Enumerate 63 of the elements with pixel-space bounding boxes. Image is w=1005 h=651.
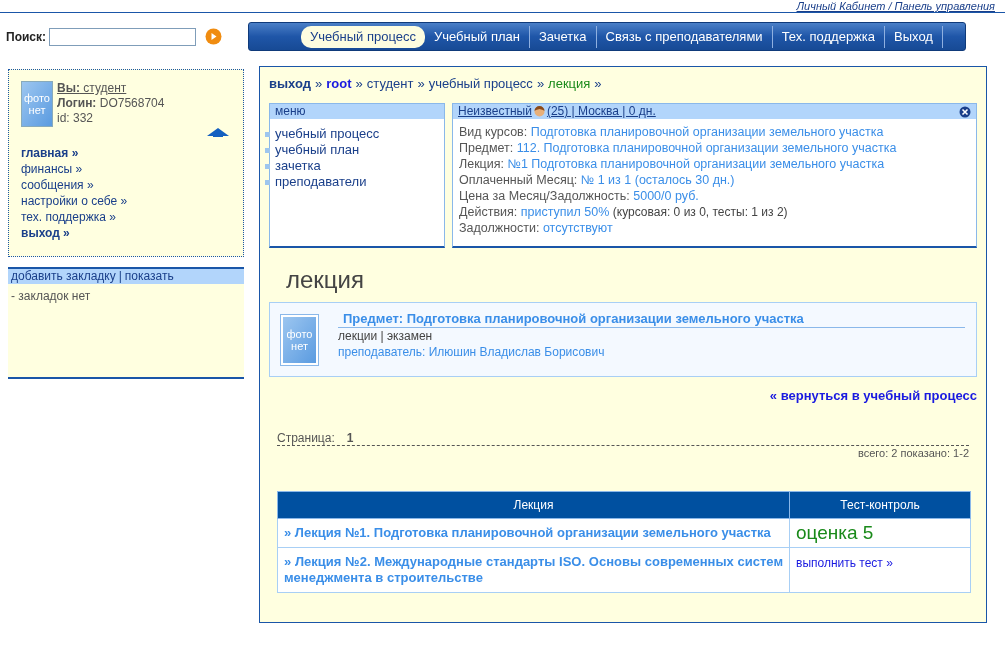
info-row-text: Задолжности: отсутствуют [459, 220, 614, 236]
show-bookmarks-link[interactable]: показать [124, 269, 174, 284]
nav-tab[interactable]: Выход [885, 25, 943, 48]
page-number[interactable]: 1 [346, 430, 354, 445]
bullet-icon [265, 163, 270, 169]
no-bookmarks-text: - закладок нет [10, 288, 92, 305]
avatar-icon [533, 106, 545, 117]
user-role[interactable]: Вы: студент [57, 81, 165, 96]
grade-text: оценка 5 [789, 518, 971, 548]
add-bookmark-link[interactable]: добавить закладку [11, 269, 116, 284]
menu-item[interactable]: зачетка [275, 158, 321, 174]
separator: | [117, 269, 123, 284]
nav-tab[interactable]: Учебный план [425, 25, 530, 48]
sidebar-link[interactable]: главная » [21, 145, 79, 161]
breadcrumb-separator: » [314, 76, 324, 92]
info-row-text: Цена за Месяц/Задолжность: 5000/0 руб. [459, 188, 700, 204]
breadcrumb-link[interactable]: учебный процесс [428, 76, 533, 92]
info-row-text: Оплаченный Месяц: № 1 из 1 (осталось 30 дн.) [459, 172, 736, 188]
breadcrumb-separator: » [593, 76, 603, 92]
menu-item[interactable]: учебный процесс [275, 126, 380, 142]
bullet-icon [265, 147, 270, 153]
nav-tab[interactable]: Тех. поддержка [772, 25, 886, 48]
breadcrumb-link[interactable]: root [326, 76, 352, 92]
menu-title: меню [270, 104, 444, 119]
search-label: Поиск: [6, 28, 46, 46]
page-label: Страница: [277, 430, 335, 445]
back-link[interactable]: « вернуться в учебный процесс [769, 386, 977, 406]
nav-tab[interactable]: Связь с преподавателями [596, 25, 773, 48]
search-field[interactable] [49, 27, 196, 46]
user-id: id: 332 [57, 111, 95, 126]
bullet-icon [265, 131, 270, 137]
breadcrumb-separator: » [354, 76, 364, 92]
control-panel-link[interactable]: Личный Кабинет / Панель управления [796, 0, 995, 12]
menu-item[interactable]: преподаватели [275, 174, 367, 190]
breadcrumb-separator: » [416, 76, 426, 92]
up-arrow-icon[interactable] [207, 127, 229, 137]
column-header: Лекция [277, 491, 790, 518]
no-photo-image: фото нет [21, 81, 53, 127]
no-photo-image: фото нет [281, 314, 318, 365]
breadcrumb-link[interactable]: выход [269, 76, 312, 92]
menu-item[interactable]: учебный план [275, 142, 360, 158]
info-row-text: Действия: приступил 50% (курсовая: 0 из 0, тесты: 1 из 2) [459, 204, 789, 220]
breadcrumb-link[interactable]: лекция [548, 76, 591, 92]
nav-tab[interactable]: Учебный процесс [301, 25, 425, 48]
info-row-text: Лекция: №1 Подготовка планировочной организации земельного участка [459, 156, 886, 172]
sidebar-link[interactable]: настройки о себе » [21, 193, 128, 209]
sidebar-link[interactable]: тех. поддержка » [21, 209, 116, 225]
info-row-text: Вид курсов: Подготовка планировочной организации земельного участка [459, 124, 885, 140]
breadcrumb-link[interactable]: студент [366, 76, 414, 92]
user-login: Логин: DO7568704 [57, 96, 165, 111]
sidebar-link[interactable]: финансы » [21, 161, 83, 177]
sidebar-link[interactable]: выход » [21, 225, 70, 241]
breadcrumb-separator: » [535, 76, 546, 92]
bullet-icon [265, 179, 270, 185]
take-test-link[interactable]: выполнить тест » [796, 556, 893, 570]
subject-types: лекции | экзамен [338, 328, 434, 344]
sidebar-link[interactable]: сообщения » [21, 177, 94, 193]
pagination-summary: всего: 2 показано: 1-2 [858, 445, 969, 460]
nav-tab[interactable]: Зачетка [530, 25, 597, 48]
close-icon[interactable] [959, 105, 971, 118]
info-row-text: Предмет: 112. Подготовка планировочной организации земельного участка [459, 140, 898, 156]
page-heading: лекция [286, 265, 365, 295]
column-header: Тест-контроль [789, 491, 971, 518]
